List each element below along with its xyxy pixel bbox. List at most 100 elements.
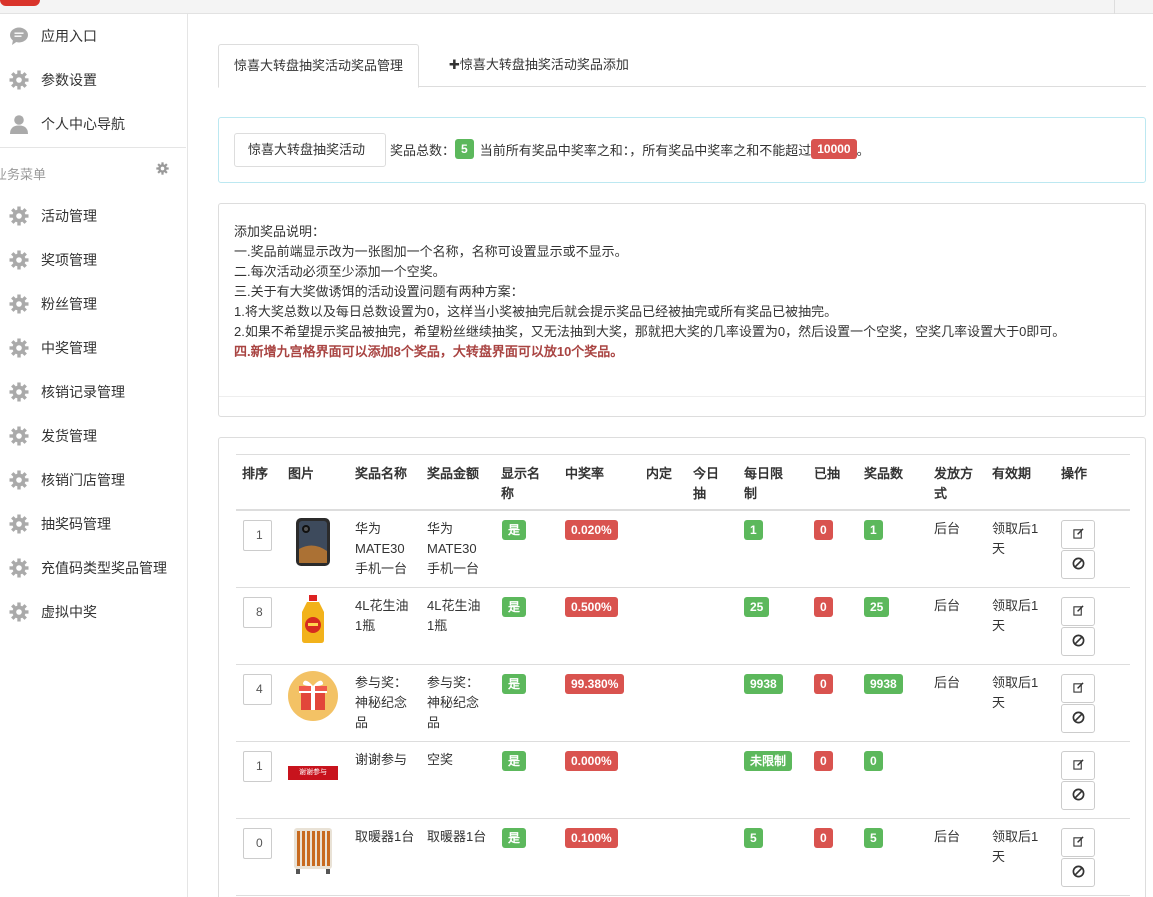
th-name: 奖品名称 [355, 466, 408, 481]
th-image: 图片 [288, 466, 315, 481]
sidebar-item-label: 个人中心导航 [41, 116, 125, 132]
prize-name: 取暖器1台 [355, 829, 415, 844]
sidebar-item[interactable]: 中奖管理 [0, 326, 186, 370]
disable-button[interactable] [1061, 550, 1095, 579]
sidebar-item[interactable]: 发货管理 [0, 414, 186, 458]
rate-badge: 0.000% [565, 751, 618, 771]
validity: 领取后1天 [992, 829, 1039, 864]
prize-name: 华为MATE30手机一台 [355, 521, 408, 576]
edit-icon [1072, 527, 1084, 542]
drawn-badge: 0 [814, 828, 833, 848]
th-rate: 中奖率 [565, 466, 605, 481]
edit-button[interactable] [1061, 674, 1095, 703]
gear-icon[interactable] [156, 162, 169, 178]
sidebar-item-personal-center[interactable]: 个人中心导航 [0, 102, 186, 146]
sort-input[interactable]: 4 [243, 674, 272, 705]
tab-prize-management[interactable]: 惊喜大转盘抽奖活动奖品管理 [218, 44, 420, 88]
rate-badge: 0.500% [565, 597, 618, 617]
daily-limit-badge: 未限制 [744, 751, 793, 771]
daily-limit-badge: 25 [744, 597, 770, 617]
tab-bar: 惊喜大转盘抽奖活动奖品管理 ✚惊喜大转盘抽奖活动奖品添加 [218, 44, 1146, 88]
sidebar-item-label: 发货管理 [41, 428, 97, 444]
th-show-name: 显示名称 [501, 466, 541, 501]
drawn-badge: 0 [814, 597, 833, 617]
sidebar-item-label: 参数设置 [41, 72, 97, 88]
sidebar-item-settings[interactable]: 参数设置 [0, 58, 186, 102]
sidebar-section-header: 业务菜单 [0, 160, 186, 184]
sort-input[interactable]: 1 [243, 520, 272, 551]
disable-button[interactable] [1061, 627, 1095, 656]
sidebar-item-label: 应用入口 [41, 28, 97, 44]
sidebar-item[interactable]: 虚拟中奖 [0, 590, 186, 634]
sidebar-item-label: 中奖管理 [41, 340, 97, 356]
sidebar-item-label: 充值码类型奖品管理 [41, 560, 167, 576]
sort-input[interactable]: 0 [243, 828, 272, 859]
prize-amount: 参与奖：神秘纪念品 [427, 675, 480, 730]
sidebar-item[interactable]: 核销门店管理 [0, 458, 186, 502]
disable-button[interactable] [1061, 781, 1095, 810]
notes-body: 添加奖品说明： 一.奖品前端显示改为一张图加一个名称，名称可设置显示或不显示。 … [234, 222, 1124, 362]
show-name-badge: 是 [502, 520, 527, 540]
sidebar-item[interactable]: 奖项管理 [0, 238, 186, 282]
user-icon [9, 114, 29, 134]
edit-button[interactable] [1061, 751, 1095, 780]
th-validity: 有效期 [992, 466, 1032, 481]
sidebar-item[interactable]: 抽奖码管理 [0, 502, 186, 546]
gear-icon [9, 294, 29, 314]
sidebar-item[interactable]: 活动管理 [0, 194, 186, 238]
prize-amount: 空奖 [427, 752, 454, 767]
sidebar-item[interactable]: 粉丝管理 [0, 282, 186, 326]
tab-prize-add[interactable]: ✚惊喜大转盘抽奖活动奖品添加 [434, 44, 644, 87]
sidebar: 应用入口 参数设置 个人中心导航 业务菜单 活动管理 奖项管理 粉丝管理中奖管理核销… [0, 14, 188, 897]
prize-amount: 4L花生油1瓶 [427, 598, 481, 633]
gear-icon [9, 514, 29, 534]
notes-panel: 添加奖品说明： 一.奖品前端显示改为一张图加一个名称，名称可设置显示或不显示。 … [218, 203, 1146, 417]
rate-badge: 0.020% [565, 520, 618, 540]
disable-button[interactable] [1061, 704, 1095, 733]
disable-button[interactable] [1061, 858, 1095, 887]
th-sort: 排序 [242, 466, 269, 481]
validity: 领取后1天 [992, 675, 1039, 710]
show-name-badge: 是 [502, 674, 527, 694]
prize-table-panel: 排序 图片 奖品名称 奖品金额 显示名称 中奖率 内定 今日抽 每日限制 已抽 … [218, 437, 1146, 897]
count-badge: 9938 [864, 674, 903, 694]
sidebar-item-app-entry[interactable]: 应用入口 [0, 14, 186, 58]
edit-button[interactable] [1061, 828, 1095, 857]
top-bar [0, 0, 1153, 14]
show-name-badge: 是 [502, 751, 527, 771]
ban-icon [1072, 634, 1085, 650]
sidebar-item-label: 虚拟中奖 [41, 604, 97, 620]
gear-icon [9, 250, 29, 270]
ban-icon [1072, 557, 1085, 573]
edit-icon [1072, 758, 1084, 773]
max-rate-badge: 10000 [811, 139, 857, 159]
table-row: 0 取暖器1台 取暖器1台是 0.100% 5 0 5 后台 领取后1天 [236, 819, 1130, 896]
sort-input[interactable]: 1 [243, 751, 272, 782]
edit-icon [1072, 835, 1084, 850]
ban-icon [1072, 711, 1085, 727]
top-bar-divider [1114, 0, 1115, 14]
sidebar-item[interactable]: 核销记录管理 [0, 370, 186, 414]
prize-name: 4L花生油1瓶 [355, 598, 409, 633]
gear-icon [9, 70, 29, 90]
note-line: 1.将大奖总数以及每日总数设置为0，这样当小奖被抽完后就会提示奖品已经被抽完或所… [234, 304, 838, 319]
prize-name: 参与奖：神秘纪念品 [355, 675, 408, 730]
total-label: 奖品总数： [390, 142, 456, 158]
count-badge: 25 [864, 597, 890, 617]
sort-input[interactable]: 8 [243, 597, 272, 628]
edit-button[interactable] [1061, 597, 1095, 626]
table-row: 8 4L花生油1瓶 4L花生油1瓶 是 0.500% 25 0 25 后台 领取后1天 [236, 588, 1130, 665]
prize-amount: 取暖器1台 [427, 829, 487, 844]
note-line: 添加奖品说明： [234, 224, 326, 239]
activity-button[interactable]: 惊喜大转盘抽奖活动 [234, 133, 386, 167]
count-badge: 1 [864, 520, 883, 540]
sidebar-item[interactable]: 充值码类型奖品管理 [0, 546, 186, 590]
edit-button[interactable] [1061, 520, 1095, 549]
gear-icon [9, 426, 29, 446]
show-name-badge: 是 [502, 828, 527, 848]
ban-icon [1072, 865, 1085, 881]
gear-icon [9, 338, 29, 358]
logo [0, 0, 40, 6]
rate-badge: 0.100% [565, 828, 618, 848]
th-actions: 操作 [1061, 466, 1088, 481]
